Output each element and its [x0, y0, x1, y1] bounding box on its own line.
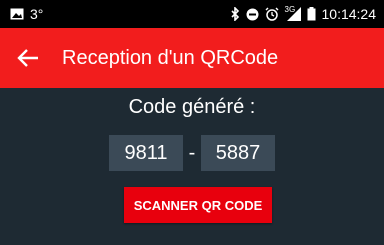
status-left: 3°	[0, 6, 43, 22]
page-title: Reception d'un QRCode	[62, 46, 279, 69]
do-not-disturb-icon	[246, 8, 259, 21]
back-button[interactable]	[0, 28, 56, 88]
arrow-back-icon	[17, 49, 38, 67]
app-bar: Reception d'un QRCode	[0, 28, 384, 88]
code-part-1: 9811	[109, 135, 183, 171]
code-separator: -	[188, 141, 196, 164]
code-row: 9811 - 5887	[0, 135, 384, 171]
bluetooth-icon	[230, 7, 240, 21]
image-icon	[10, 8, 24, 20]
status-right: 3G 10:14:24	[230, 5, 384, 22]
network-type: 3G	[284, 5, 296, 14]
code-label: Code généré :	[128, 96, 256, 118]
status-bar: 3° 3G 10:14:24	[0, 0, 384, 28]
alarm-icon	[265, 7, 279, 21]
clock: 10:14:24	[321, 6, 377, 22]
main-content: Code généré : 9811 - 5887 SCANNER QR COD…	[0, 88, 384, 245]
battery-icon	[307, 7, 316, 21]
scan-qr-code-button[interactable]: SCANNER QR CODE	[124, 187, 272, 223]
code-part-2: 5887	[201, 135, 275, 171]
signal-icon: 3G	[284, 5, 301, 21]
temperature: 3°	[30, 6, 44, 22]
